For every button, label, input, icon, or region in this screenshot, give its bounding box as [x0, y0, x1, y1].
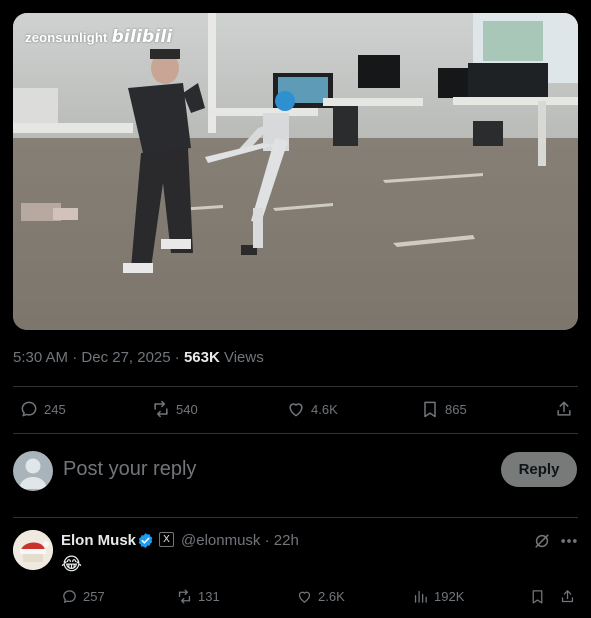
grok-button[interactable]: [532, 531, 552, 551]
bookmark-icon: [532, 590, 543, 604]
reply-like-action[interactable]: 2.6K: [296, 588, 345, 605]
reply-repost-count: 131: [198, 589, 220, 604]
reply-button[interactable]: Reply: [501, 452, 577, 487]
reply-reply-count: 257: [83, 589, 105, 604]
watermark-text: zeonsunlight: [25, 30, 108, 45]
default-avatar-icon: [19, 458, 47, 489]
tweet-meta: 5:30 AM · Dec 27, 2025 · 563K Views: [13, 349, 264, 366]
grok-icon: [535, 534, 549, 548]
reply-bookmark-action[interactable]: [529, 588, 546, 605]
like-count: 4.6K: [311, 401, 338, 417]
avatar-image: [13, 530, 53, 570]
meta-separator: ·: [260, 532, 274, 549]
reply-author-handle[interactable]: @elonmusk · 22h: [181, 532, 299, 549]
reply-author-avatar[interactable]: [13, 530, 53, 570]
verified-icon: [138, 533, 153, 548]
bookmark-action[interactable]: 865: [420, 399, 467, 419]
bookmark-count: 865: [445, 401, 467, 417]
repost-icon: [178, 589, 191, 604]
bookmark-icon: [424, 401, 436, 418]
reply-repost-action[interactable]: 131: [176, 588, 220, 605]
video-frame: [13, 13, 578, 330]
share-action[interactable]: [554, 399, 574, 419]
reply-count: 245: [44, 401, 66, 417]
reply-icon: [63, 590, 76, 603]
reply-icon: [21, 401, 37, 417]
like-icon: [298, 591, 311, 603]
user-avatar[interactable]: [13, 451, 53, 491]
divider: [13, 433, 578, 434]
meta-separator: ·: [68, 349, 82, 366]
tweet-video[interactable]: zeonsunlight bilibili: [13, 13, 578, 330]
reply-input[interactable]: Post your reply: [63, 458, 196, 481]
reply-time[interactable]: 22h: [274, 532, 299, 549]
divider: [13, 386, 578, 387]
more-icon: [561, 539, 577, 543]
handle-text: @elonmusk: [181, 532, 261, 549]
reply-views-action[interactable]: 192K: [412, 588, 464, 605]
tweet-date[interactable]: Dec 27, 2025: [81, 349, 170, 366]
divider: [13, 517, 578, 518]
views-icon: [414, 590, 427, 603]
tweet-time[interactable]: 5:30 AM: [13, 349, 68, 366]
more-button[interactable]: [559, 531, 579, 551]
bilibili-logo: bilibili: [111, 27, 173, 47]
reply-text: 😂: [61, 554, 83, 574]
repost-count: 540: [176, 401, 198, 417]
x-affiliate-badge: X: [159, 532, 174, 547]
reply-share-action[interactable]: [559, 588, 576, 605]
share-icon: [557, 401, 571, 416]
views-count: 563K: [183, 349, 220, 366]
reply-views-count: 192K: [434, 589, 465, 604]
views-label: Views: [219, 349, 264, 366]
reply-like-count: 2.6K: [318, 589, 345, 604]
like-action[interactable]: 4.6K: [286, 399, 338, 419]
reply-author-name[interactable]: Elon Musk: [61, 532, 136, 549]
reply-reply-action[interactable]: 257: [61, 588, 105, 605]
video-watermark: zeonsunlight bilibili: [25, 27, 172, 47]
reply-action[interactable]: 245: [19, 399, 66, 419]
like-icon: [289, 403, 303, 417]
meta-separator: ·: [170, 349, 184, 366]
repost-action[interactable]: 540: [151, 399, 198, 419]
share-icon: [561, 590, 574, 603]
repost-icon: [154, 400, 168, 418]
